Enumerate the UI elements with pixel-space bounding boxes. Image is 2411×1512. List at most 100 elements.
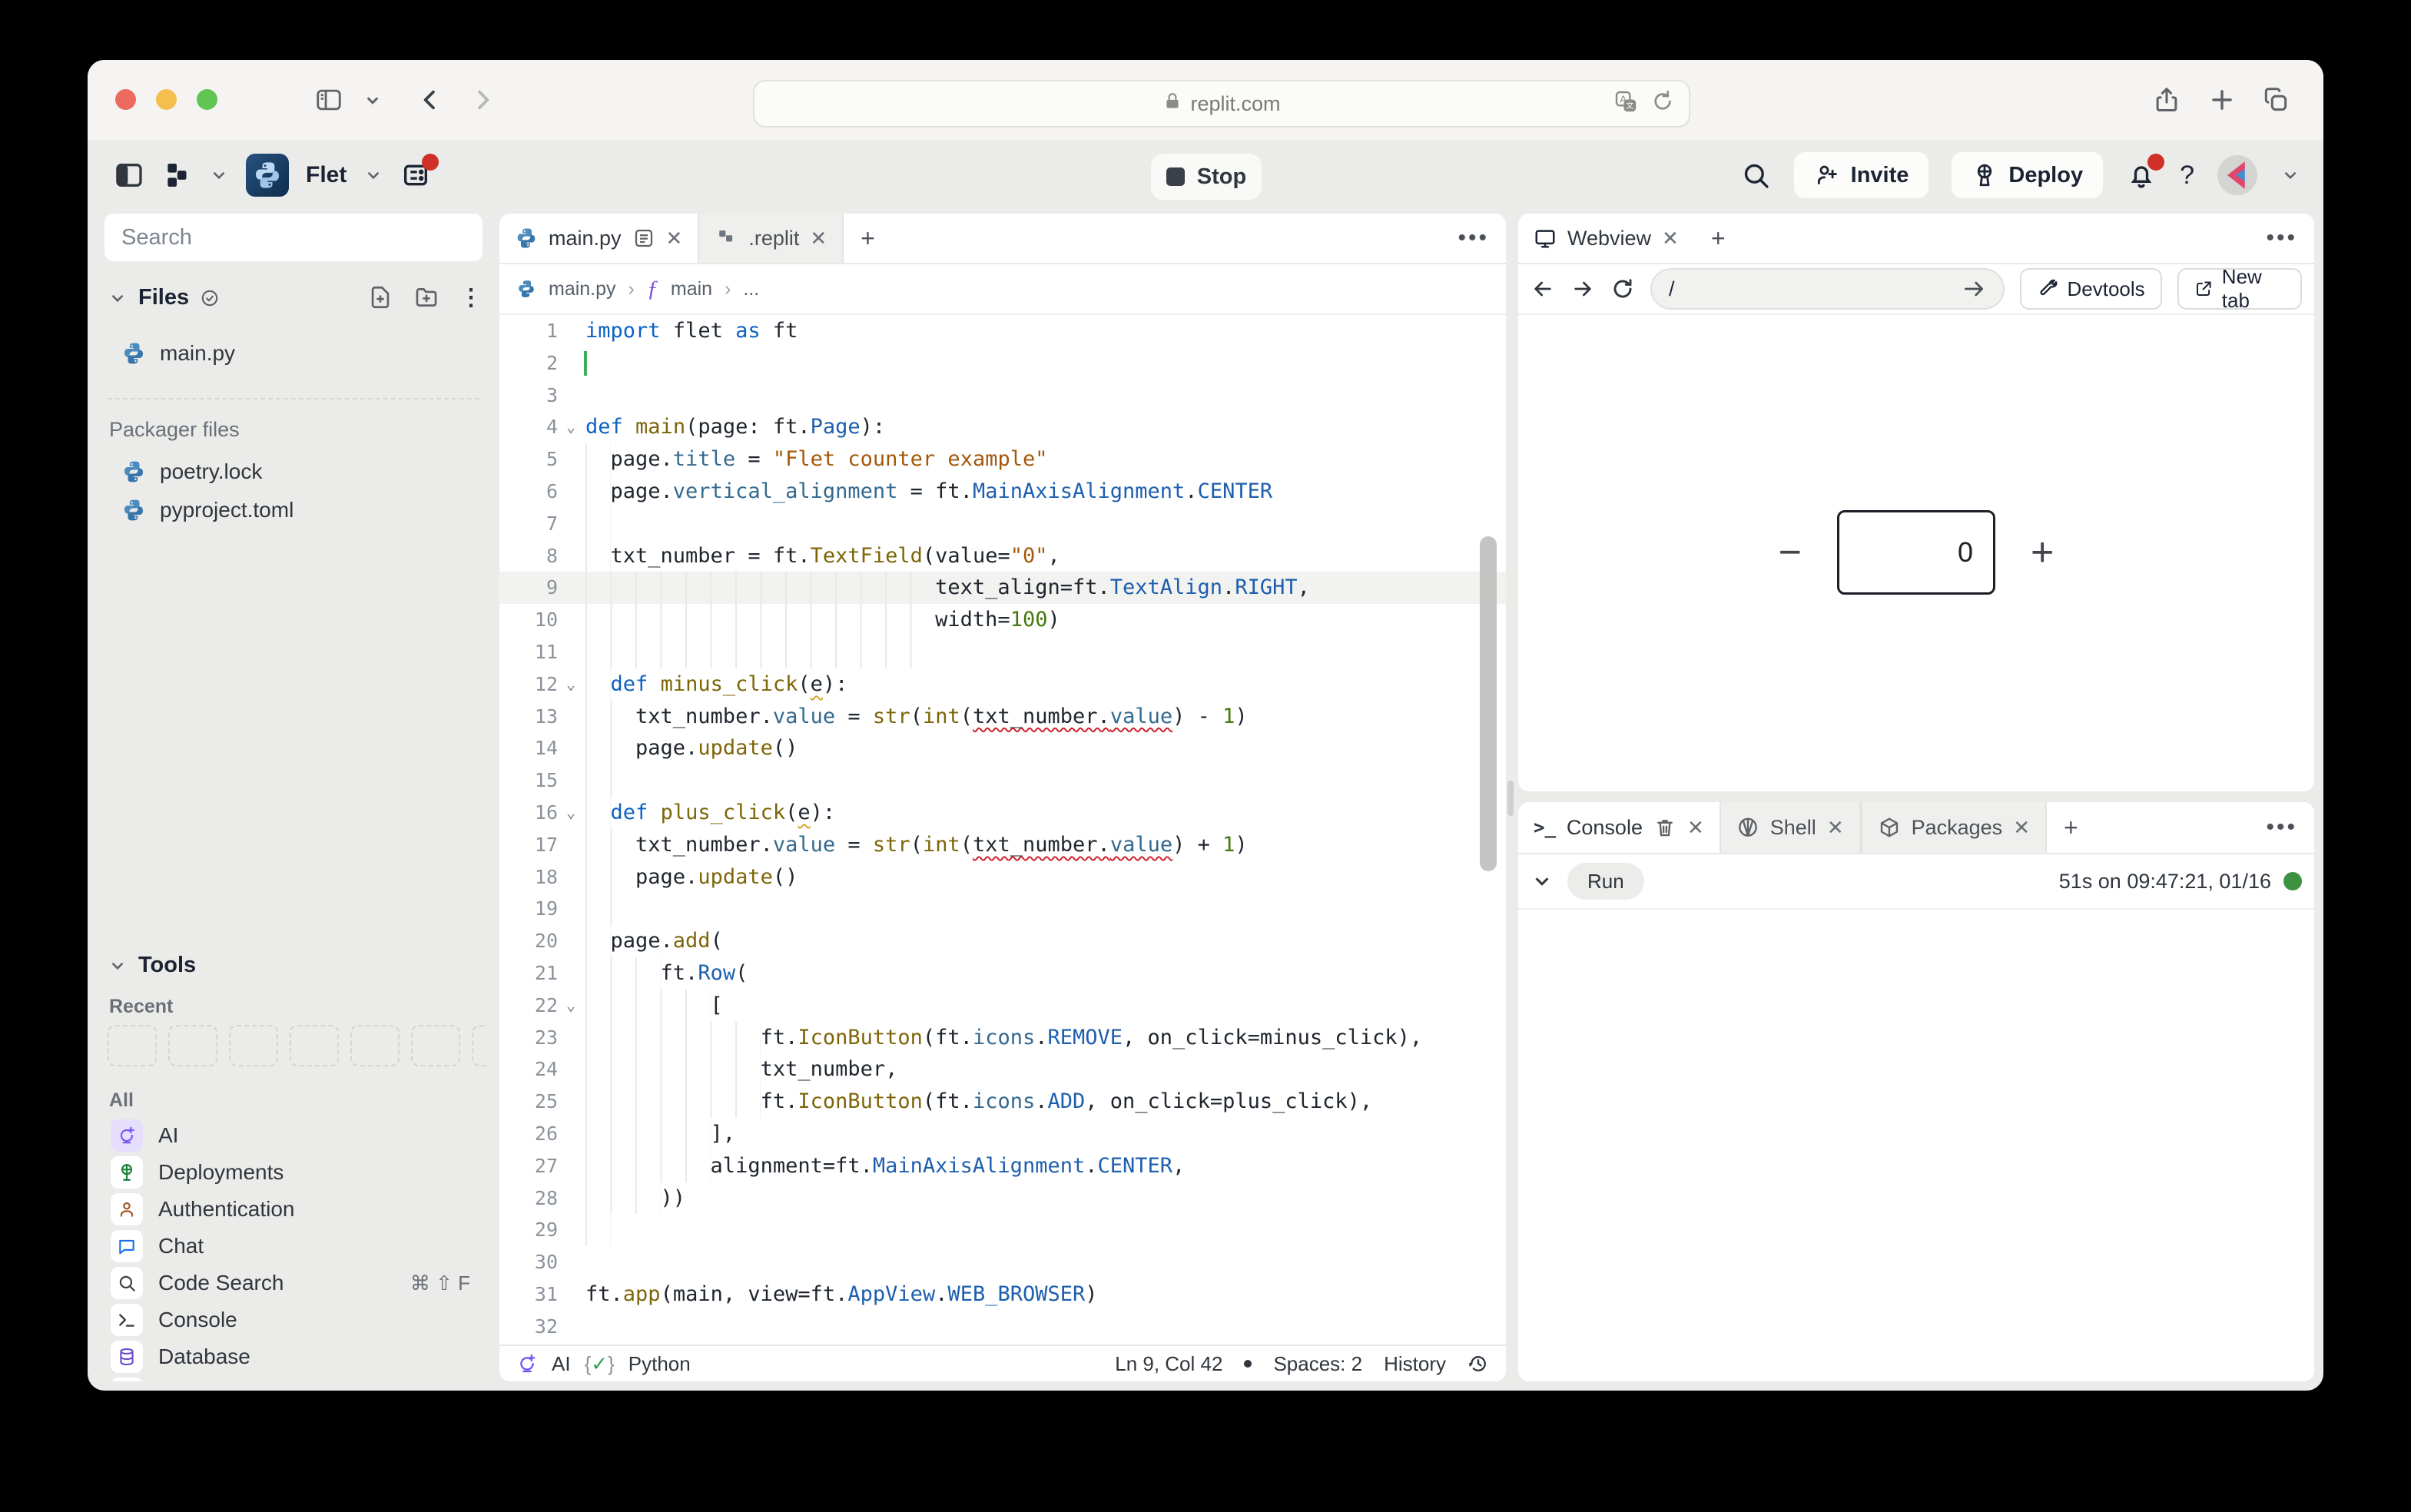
breadcrumb-symbol[interactable]: main [671,278,712,300]
forward-button[interactable] [466,83,499,117]
code-line-9[interactable]: 9 text_align=ft.TextAlign.RIGHT, [499,572,1506,604]
help-icon[interactable]: ? [2180,161,2194,191]
indentation-setting[interactable]: Spaces: 2 [1273,1352,1362,1376]
reload-icon[interactable] [1650,89,1675,119]
code-line-16[interactable]: 16⌄ def plus_click(e): [499,797,1506,829]
files-section-header[interactable]: Files ⋮ [108,284,483,311]
minus-button[interactable]: − [1779,529,1802,575]
code-line-31[interactable]: 31ft.app(main, view=ft.AppView.WEB_BROWS… [499,1278,1506,1311]
search-icon[interactable] [1740,160,1771,191]
back-button[interactable] [413,83,447,117]
go-icon[interactable] [1962,277,1986,301]
browser-sidebar-icon[interactable] [312,83,346,117]
cursor-position[interactable]: Ln 9, Col 42 [1115,1352,1222,1376]
search-input[interactable]: Search [104,214,483,261]
sidebar-item-chat[interactable]: Chat [104,1228,483,1265]
code-line-23[interactable]: 23 ft.IconButton(ft.icons.REMOVE, on_cli… [499,1022,1506,1054]
file-item-pyproject-toml[interactable]: pyproject.toml [104,492,483,529]
console-options-icon[interactable]: ••• [2266,802,2297,853]
minimize-window-button[interactable] [156,89,177,110]
code-line-8[interactable]: 8 txt_number = ft.TextField(value="0", [499,540,1506,572]
sidebar-item-authentication[interactable]: Authentication [104,1191,483,1228]
close-tab-icon[interactable]: ✕ [2013,816,2030,840]
panel-toggle-icon[interactable] [114,160,144,191]
fold-chevron-icon[interactable]: ⌄ [558,797,584,829]
sidebar-item-code-search[interactable]: Code Search⌘ ⇧ F [104,1265,483,1301]
tab-replit-config[interactable]: .replit ✕ [698,214,844,263]
tab-webview[interactable]: Webview ✕ [1518,214,1694,263]
code-editor[interactable]: 1import flet as ft234⌄def main(page: ft.… [499,315,1506,1345]
webview-forward-icon[interactable] [1570,277,1595,301]
new-webview-tab-icon[interactable]: + [1694,214,1743,263]
breadcrumb[interactable]: main.py › ƒ main › ... [499,264,1506,315]
files-menu-icon[interactable]: ⋮ [459,284,483,311]
code-line-6[interactable]: 6 page.vertical_alignment = ft.MainAxisA… [499,476,1506,508]
code-line-28[interactable]: 28 )) [499,1182,1506,1215]
file-item-poetry-lock[interactable]: poetry.lock [104,453,483,490]
chevron-down-icon[interactable] [2280,165,2300,185]
document-icon[interactable] [632,227,655,250]
tab-overview-icon[interactable] [2259,83,2293,117]
code-line-17[interactable]: 17 txt_number.value = str(int(txt_number… [499,829,1506,861]
webview-options-icon[interactable]: ••• [2266,214,2297,263]
new-editor-tab-icon[interactable]: + [844,214,892,263]
chevron-down-icon[interactable] [209,165,229,185]
code-line-29[interactable]: 29 [499,1214,1506,1246]
code-line-21[interactable]: 21 ft.Row( [499,957,1506,990]
new-file-icon[interactable] [367,284,393,310]
invite-button[interactable]: Invite [1794,152,1929,198]
close-window-button[interactable] [115,89,136,110]
new-tab-icon[interactable] [2205,83,2239,117]
history-icon[interactable] [1467,1353,1489,1374]
address-bar[interactable]: replit.com A文 [753,80,1690,128]
sidebar-item-ai[interactable]: AI [104,1117,483,1154]
new-console-tab-icon[interactable]: + [2047,802,2095,853]
tools-section-header[interactable]: Tools [108,953,483,978]
code-line-18[interactable]: 18 page.update() [499,861,1506,894]
avatar[interactable] [2217,155,2257,195]
project-name[interactable]: Flet [306,162,347,188]
code-line-19[interactable]: 19 [499,893,1506,925]
counter-field[interactable]: 0 [1837,510,1995,595]
language-label[interactable]: Python [628,1352,691,1376]
code-line-12[interactable]: 12⌄ def minus_click(e): [499,668,1506,701]
code-line-22[interactable]: 22⌄ [ [499,990,1506,1022]
stop-button[interactable]: Stop [1151,154,1262,200]
chevron-down-icon[interactable] [363,165,383,185]
code-line-20[interactable]: 20 page.add( [499,925,1506,957]
code-line-27[interactable]: 27 alignment=ft.MainAxisAlignment.CENTER… [499,1150,1506,1182]
deploy-button[interactable]: Deploy [1952,152,2103,198]
pane-resize-handle[interactable] [1507,781,1514,816]
fold-chevron-icon[interactable]: ⌄ [558,990,584,1022]
code-line-5[interactable]: 5 page.title = "Flet counter example" [499,443,1506,476]
tab-shell[interactable]: Shell ✕ [1720,802,1861,853]
tab-packages[interactable]: Packages ✕ [1861,802,2047,853]
code-line-14[interactable]: 14 page.update() [499,732,1506,764]
code-line-10[interactable]: 10 width=100) [499,604,1506,636]
share-icon[interactable] [2150,83,2184,117]
breadcrumb-more[interactable]: ... [743,278,759,300]
ai-icon[interactable] [516,1353,538,1374]
code-line-3[interactable]: 3 [499,380,1506,412]
bell-icon[interactable] [2126,160,2157,191]
code-line-24[interactable]: 24 txt_number, [499,1053,1506,1086]
breadcrumb-file[interactable]: main.py [549,278,616,300]
translate-icon[interactable]: A文 [1613,89,1638,119]
chevron-down-icon[interactable] [361,83,384,117]
sidebar-item-console[interactable]: Console [104,1301,483,1338]
replit-logo-icon[interactable] [161,160,192,191]
webview-reload-icon[interactable] [1610,277,1635,301]
close-tab-icon[interactable]: ✕ [666,227,683,250]
code-line-2[interactable]: 2 [499,347,1506,380]
open-new-tab-button[interactable]: New tab [2177,268,2302,310]
code-line-15[interactable]: 15 [499,764,1506,797]
queue-notifications-icon[interactable] [400,160,431,191]
editor-scrollbar[interactable] [1480,536,1497,871]
code-line-7[interactable]: 7 [499,508,1506,540]
fold-chevron-icon[interactable]: ⌄ [558,411,584,443]
code-line-4[interactable]: 4⌄def main(page: ft.Page): [499,411,1506,443]
zoom-window-button[interactable] [197,89,217,110]
history-label[interactable]: History [1384,1352,1446,1376]
code-line-1[interactable]: 1import flet as ft [499,315,1506,347]
code-line-13[interactable]: 13 txt_number.value = str(int(txt_number… [499,701,1506,733]
